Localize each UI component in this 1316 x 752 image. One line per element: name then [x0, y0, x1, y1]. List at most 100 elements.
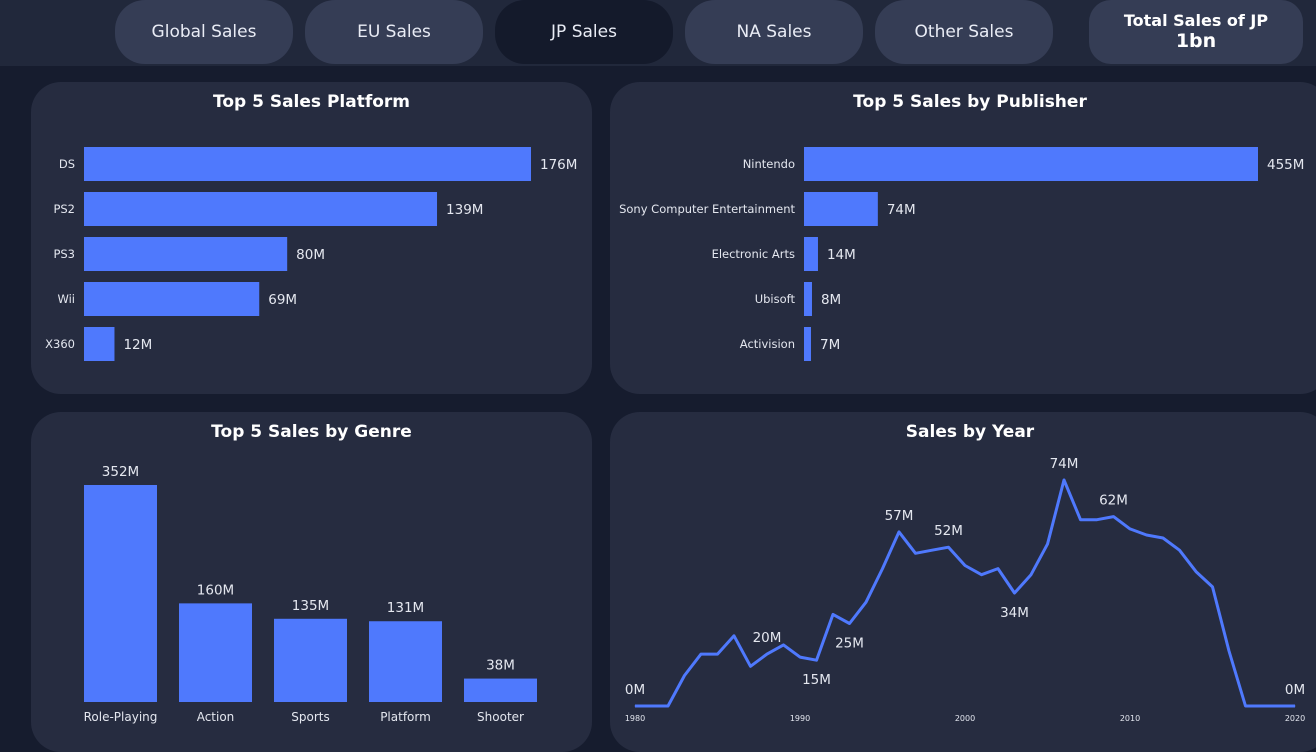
publisher-bar-ubisoft [804, 282, 812, 316]
publisher-data-label-ubisoft: 8M [821, 292, 841, 308]
genre-category-label-role-playing: Role-Playing [84, 710, 158, 724]
sales-by-year-point-1988 [766, 653, 768, 655]
sales-by-year-point-1998 [931, 549, 933, 551]
genre-category-label-action: Action [197, 710, 235, 724]
sales-by-year-point-1993 [849, 623, 850, 625]
sales-by-year-point-2004 [1030, 574, 1032, 576]
x-tick-label-1990: 1990 [790, 714, 810, 723]
genre-data-label-platform: 131M [387, 600, 424, 616]
sales-by-year-point-2010 [1129, 528, 1131, 530]
point-label-2006: 74M [1050, 456, 1079, 472]
platform-bar-x360 [84, 327, 115, 361]
genre-data-label-action: 160M [197, 582, 234, 598]
genre-category-label-sports: Sports [291, 710, 329, 724]
sales-by-year-point-2007 [1080, 519, 1081, 521]
point-label-1996: 57M [885, 508, 914, 524]
genre-bar-sports [274, 618, 347, 702]
publisher-category-label-nintendo: Nintendo [743, 157, 795, 171]
platform-category-label-ds: DS [59, 157, 75, 171]
publisher-bar-chart: Nintendo 455M Sony Computer Entertainment 7… [619, 147, 1304, 361]
tab-eu-sales[interactable]: EU Sales [305, 0, 483, 64]
platform-category-label-ps3: PS3 [53, 247, 75, 261]
sales-by-year-point-2005 [1047, 543, 1048, 545]
sales-by-year-point-1980 [634, 705, 636, 707]
x-tick-label-2000: 2000 [955, 714, 975, 723]
x-tick-label-2010: 2010 [1120, 714, 1140, 723]
genre-bar-role-playing [84, 485, 157, 702]
publisher-category-label-activision: Activision [740, 337, 795, 351]
sales-by-year-point-2002 [997, 568, 999, 570]
sales-by-year-point-1995 [882, 568, 883, 570]
publisher-data-label-electronic-arts: 14M [827, 247, 856, 263]
year-line-chart: 1980 1990 2000 2010 2020 0M 20M 15M 25M 57M 52M 34M… [625, 456, 1305, 723]
sales-by-year-point-1987 [750, 665, 751, 667]
point-label-2009: 62M [1099, 493, 1128, 509]
sales-by-year-point-1986 [733, 635, 735, 637]
tab-na-sales[interactable]: NA Sales [685, 0, 863, 64]
sales-by-year-point-1985 [717, 653, 718, 655]
genre-bar-chart: 352M Role-Playing 160M Action 135M Sports 131M… [84, 464, 537, 724]
publisher-category-label-electronic-arts: Electronic Arts [712, 247, 795, 261]
sales-by-year-series-line [635, 478, 1295, 708]
platform-chart-card: Top 5 Sales Platform DS 176M PS2 139M PS3 80M… [31, 82, 592, 394]
sales-by-year-point-2017 [1245, 705, 1246, 707]
point-label-1980: 0M [625, 682, 645, 698]
tab-jp-sales[interactable]: JP Sales [495, 0, 673, 64]
platform-bar-ps2 [84, 192, 438, 226]
platform-category-label-wii: Wii [57, 292, 75, 306]
sales-by-year-point-2020 [1294, 705, 1296, 707]
tab-other-sales[interactable]: Other Sales [875, 0, 1053, 64]
top-nav-bar: Global Sales EU Sales JP Sales NA Sales … [0, 0, 1316, 66]
point-label-2003: 34M [1000, 605, 1029, 621]
point-label-1993: 25M [835, 636, 864, 652]
publisher-bar-electronic-arts [804, 237, 818, 271]
sales-by-year-point-2015 [1212, 586, 1213, 588]
platform-bar-wii [84, 282, 260, 316]
sales-by-year-point-2016 [1228, 650, 1230, 652]
platform-bar-ps3 [84, 237, 288, 271]
sales-by-year-point-2000 [964, 565, 966, 567]
sales-by-year-point-1999 [948, 546, 949, 548]
year-chart-card: Sales by Year 1980 1990 2000 2010 2020 0M 20M 1… [610, 412, 1316, 752]
platform-category-label-ps2: PS2 [53, 202, 75, 216]
sales-by-year-point-1996 [898, 531, 900, 533]
kpi-card-total-sales: Total Sales of JP 1bn [1089, 0, 1303, 64]
publisher-data-label-nintendo: 455M [1267, 157, 1304, 173]
publisher-bar-sony-computer-entertainment [804, 192, 878, 226]
sales-by-year-point-2013 [1179, 549, 1180, 551]
point-label-1988: 20M [753, 630, 782, 646]
platform-data-label-ds: 176M [540, 157, 577, 173]
sales-by-year-point-1983 [684, 674, 685, 676]
sales-by-year-point-1990 [799, 656, 801, 658]
sales-by-year-point-1992 [832, 613, 834, 615]
genre-data-label-shooter: 38M [486, 658, 515, 674]
tab-global-sales[interactable]: Global Sales [115, 0, 293, 64]
genre-chart-card: Top 5 Sales by Genre 352M Role-Playing 160… [31, 412, 592, 752]
kpi-value: 1bn [1175, 30, 1217, 53]
sales-by-year-point-2001 [981, 574, 982, 576]
x-tick-label-2020: 2020 [1285, 714, 1305, 723]
sales-by-year-point-2003 [1014, 592, 1015, 594]
sales-by-year-point-1982 [667, 705, 669, 707]
sales-by-year-point-2012 [1162, 537, 1164, 539]
sales-by-year-point-1997 [915, 552, 916, 554]
sales-by-year-point-1984 [700, 653, 702, 655]
sales-by-year-point-2019 [1278, 705, 1279, 707]
publisher-bar-nintendo [804, 147, 1258, 181]
genre-data-label-sports: 135M [292, 598, 329, 614]
sales-by-year-point-2014 [1195, 571, 1197, 573]
publisher-category-label-ubisoft: Ubisoft [755, 292, 796, 306]
point-label-1991: 15M [802, 672, 831, 688]
platform-data-label-wii: 69M [268, 292, 297, 308]
sales-by-year-point-1981 [651, 705, 652, 707]
publisher-data-label-sony-computer-entertainment: 74M [887, 202, 916, 218]
genre-category-label-shooter: Shooter [477, 710, 524, 724]
platform-data-label-x360: 12M [123, 337, 152, 353]
sales-by-year-point-1994 [865, 601, 867, 603]
x-tick-label-1980: 1980 [625, 714, 645, 723]
sales-by-year-point-2009 [1113, 516, 1114, 518]
publisher-data-label-activision: 7M [820, 337, 840, 353]
publisher-chart-card: Top 5 Sales by Publisher Nintendo 455M Son… [610, 82, 1316, 394]
platform-bar-chart: DS 176M PS2 139M PS3 80M Wii 69M X360 12M [45, 147, 577, 361]
platform-bar-ds [84, 147, 531, 181]
